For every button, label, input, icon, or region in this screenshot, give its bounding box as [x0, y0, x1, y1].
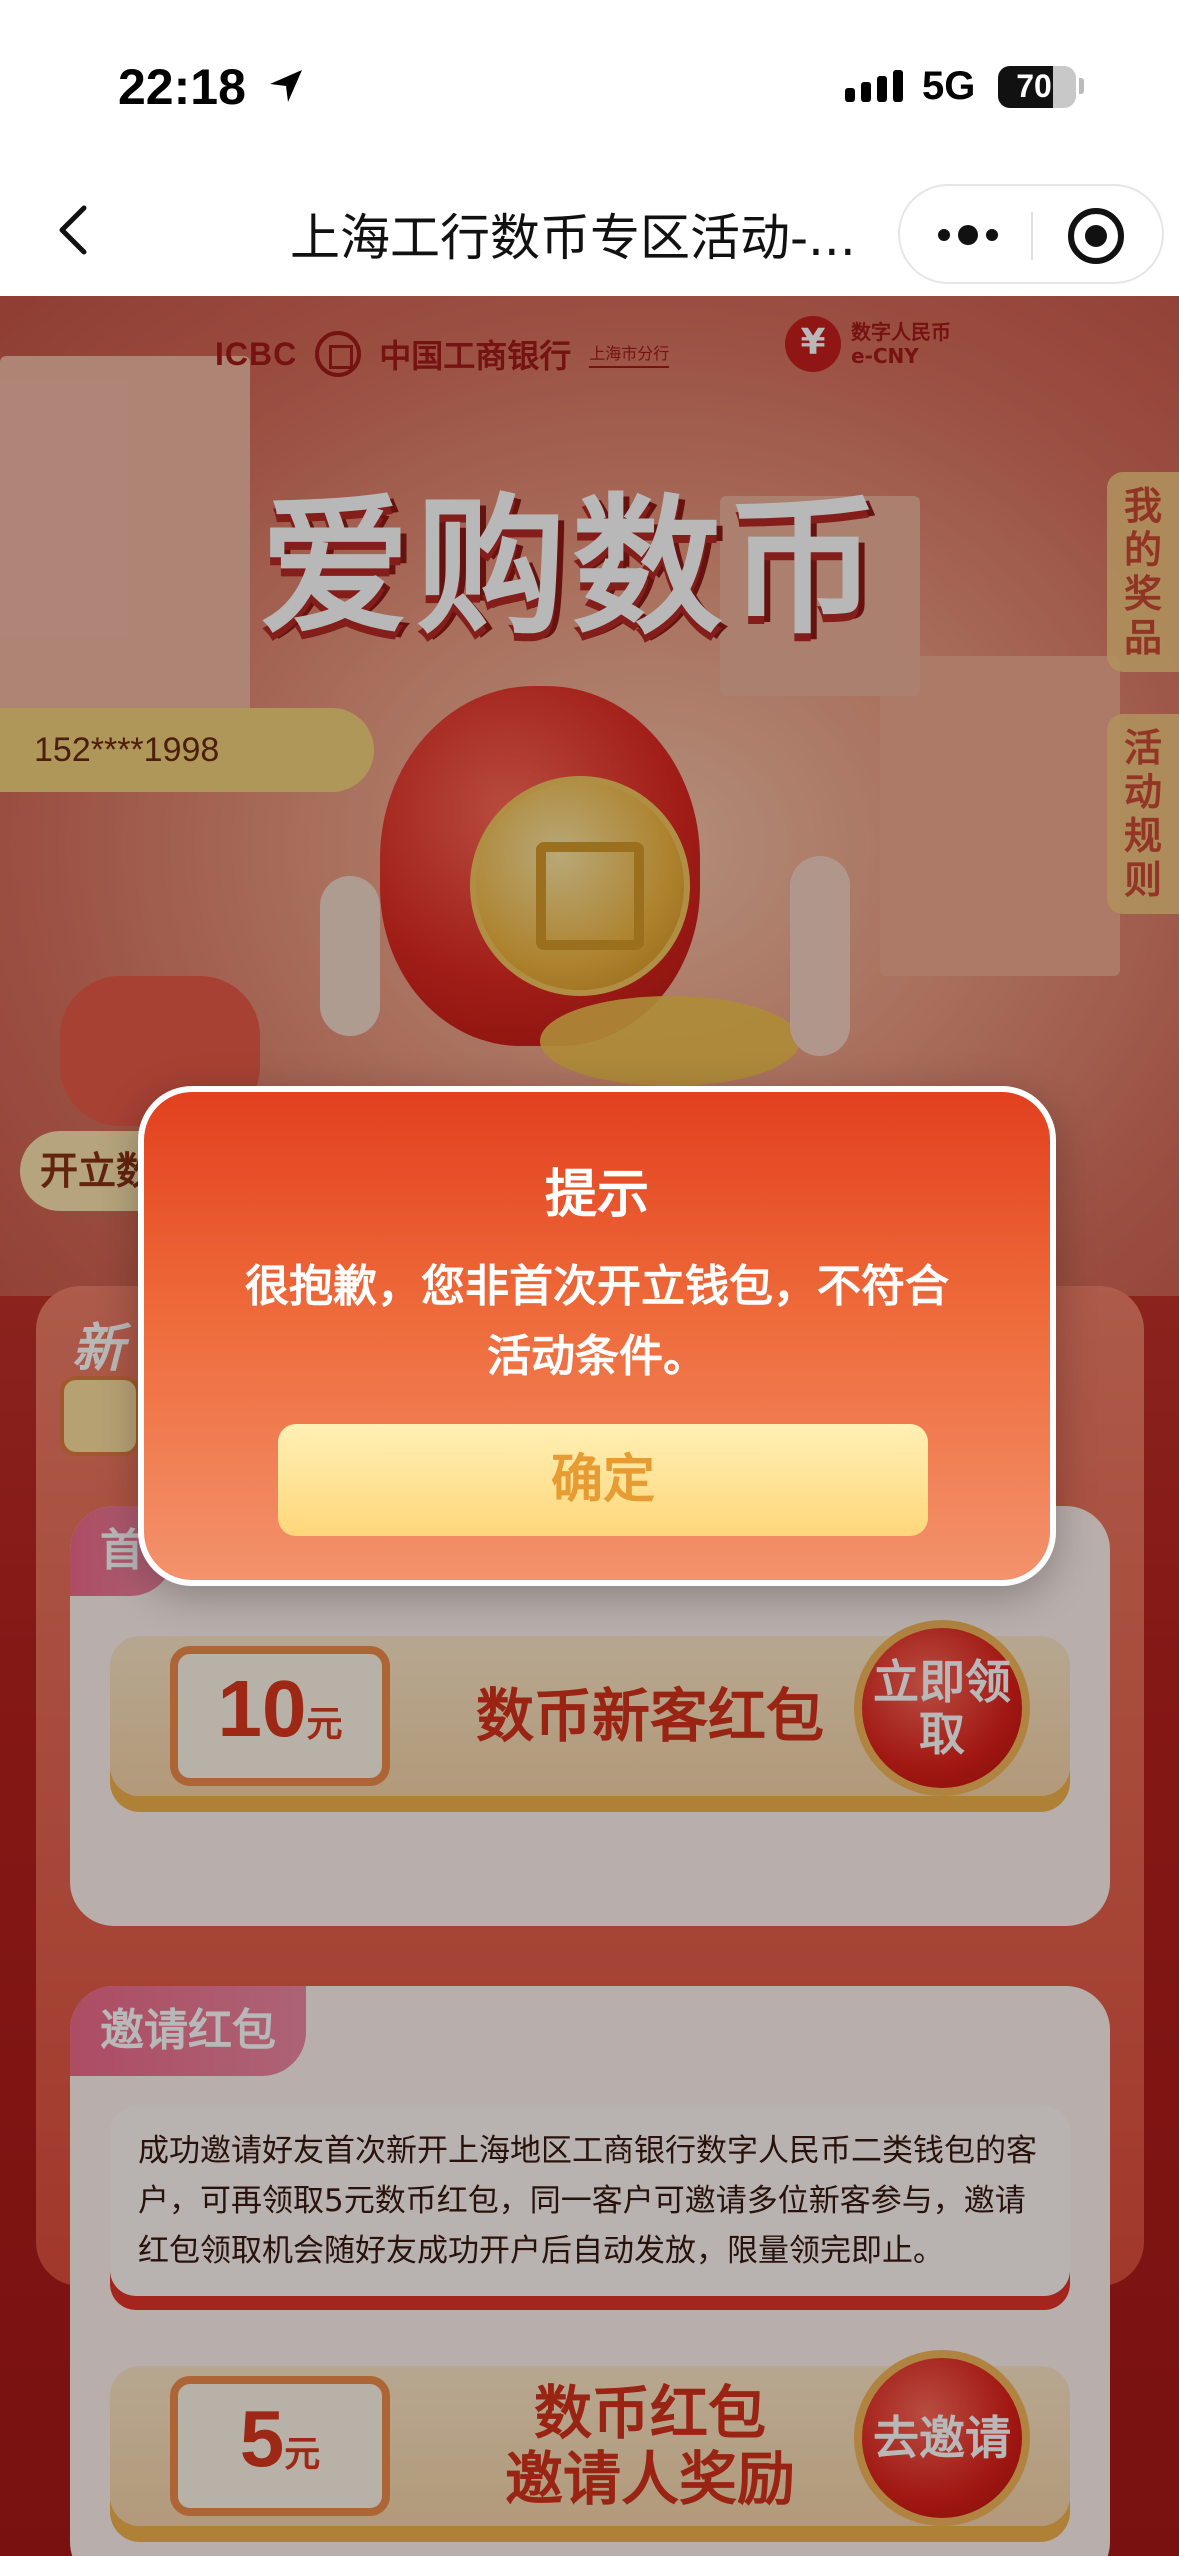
alert-dialog: 提示 很抱歉，您非首次开立钱包，不符合活动条件。 确定 — [138, 1086, 1056, 1586]
page-title: 上海工行数币专区活动-... — [290, 209, 856, 267]
battery-cap — [1079, 78, 1084, 94]
close-miniprogram-icon[interactable] — [1068, 208, 1124, 264]
signal-strength-icon — [845, 70, 903, 102]
miniprogram-capsule — [898, 184, 1164, 284]
status-time: 22:18 — [118, 59, 246, 115]
network-type: 5G — [922, 64, 976, 108]
back-chevron-icon[interactable] — [46, 200, 106, 260]
dialog-message: 很抱歉，您非首次开立钱包，不符合活动条件。 — [245, 1261, 949, 1382]
more-dots-icon[interactable] — [938, 222, 998, 248]
capsule-divider — [1031, 212, 1033, 260]
battery-icon: 70 — [998, 66, 1076, 108]
location-arrow-icon — [270, 70, 302, 102]
status-bar: 22:18 5G 70 — [0, 0, 1179, 170]
confirm-button[interactable]: 确定 — [278, 1424, 928, 1536]
battery-percent: 70 — [1016, 68, 1052, 104]
dialog-title: 提示 — [544, 1165, 649, 1225]
navigation-bar: 上海工行数币专区活动-... — [0, 170, 1179, 296]
